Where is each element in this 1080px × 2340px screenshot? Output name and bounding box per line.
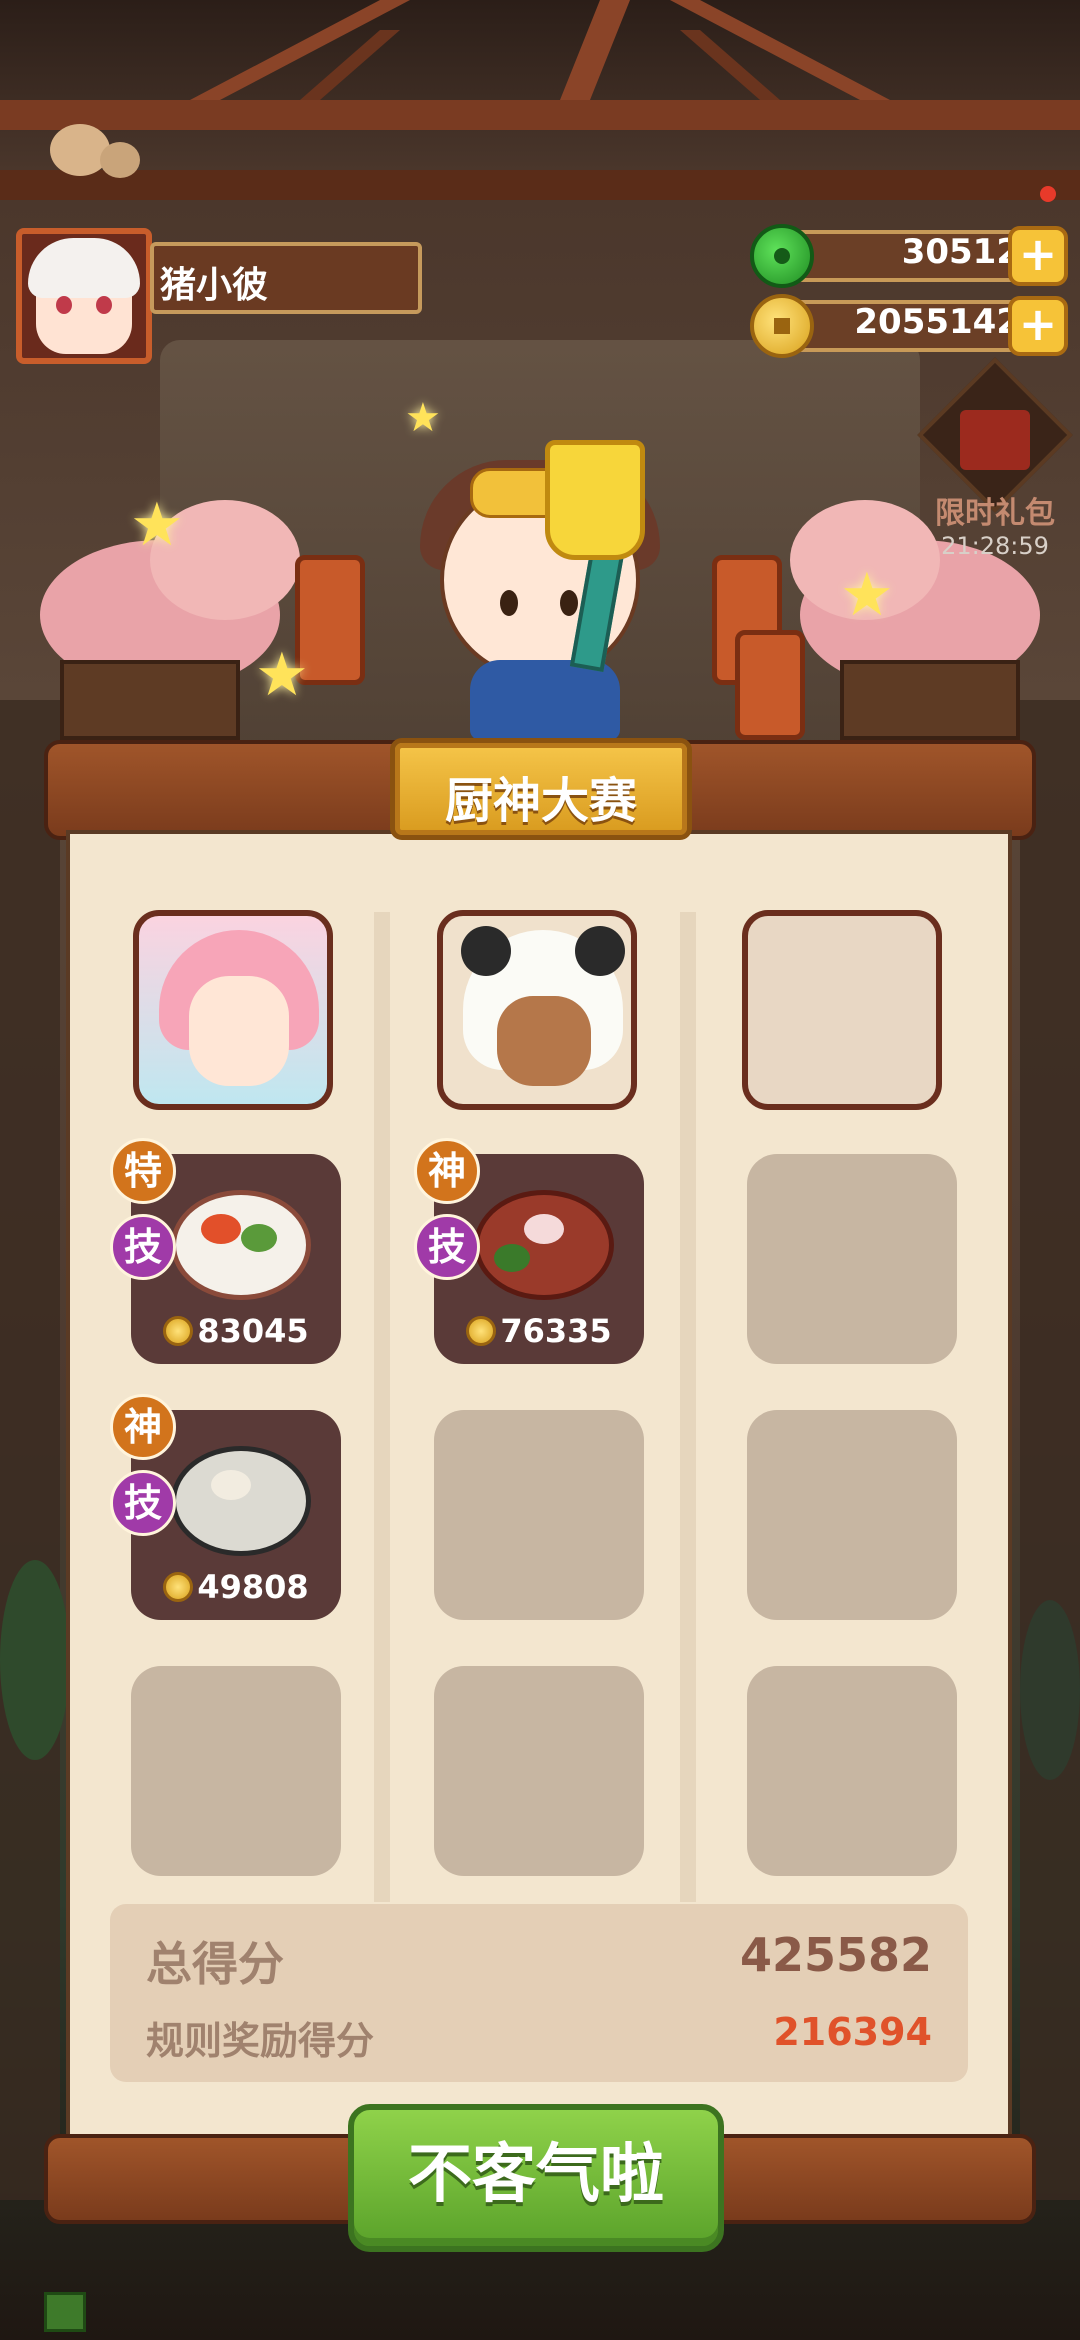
- bonus-score-value: 216394: [773, 2010, 932, 2054]
- badge-god: 神: [414, 1138, 480, 1204]
- dish-price: 83045: [131, 1312, 341, 1350]
- total-score-value: 425582: [739, 1928, 932, 1982]
- dish-plate-icon: [171, 1190, 311, 1300]
- coin-icon: [163, 1572, 194, 1602]
- column-divider: [680, 912, 696, 1902]
- total-score-label: 总得分: [146, 1937, 284, 1991]
- badge-god: 神: [110, 1394, 176, 1460]
- hero-body: [470, 660, 620, 740]
- gold-coin-icon: [750, 294, 814, 358]
- column-divider: [374, 912, 390, 1902]
- dish-food: [494, 1244, 530, 1272]
- gold-value: 2055142: [854, 302, 1020, 342]
- add-gold-button[interactable]: +: [1008, 296, 1068, 356]
- dish-food: [211, 1470, 251, 1500]
- star-icon: ★: [255, 640, 309, 710]
- player-name-plate: 猪小彼: [150, 242, 422, 314]
- avatar-hair: [28, 238, 140, 298]
- dish-plate-icon: [474, 1190, 614, 1300]
- notification-dot: [1040, 186, 1056, 202]
- roof-beams: [0, 0, 1080, 200]
- chef-portrait-1[interactable]: [133, 910, 333, 1110]
- star-icon: ★: [840, 560, 894, 630]
- avatar-eye-right: [96, 296, 112, 314]
- golden-shovel-icon: [545, 440, 645, 560]
- empty-dish-slot[interactable]: [747, 1410, 957, 1620]
- dish-price-value: 76335: [500, 1312, 612, 1350]
- gift-label: 限时礼包: [935, 496, 1055, 531]
- panda-ear: [461, 926, 511, 976]
- panda-ear: [575, 926, 625, 976]
- contest-title: 厨神大赛: [444, 773, 637, 829]
- dish-price-value: 83045: [197, 1312, 309, 1350]
- gift-box-icon: [960, 410, 1030, 470]
- dish-food: [201, 1214, 241, 1244]
- badge-skill: 技: [414, 1214, 480, 1280]
- score-summary: 总得分 425582 规则奖励得分 216394: [110, 1904, 968, 2082]
- gift-timer: 21:28:59: [941, 532, 1049, 560]
- dish-price: 76335: [434, 1312, 644, 1350]
- limited-gift-button[interactable]: 限时礼包 21:28:59: [917, 357, 1073, 570]
- star-icon: ★: [405, 395, 441, 441]
- jade-coin-icon: [750, 224, 814, 288]
- dish-food: [241, 1224, 277, 1252]
- player-name: 猪小彼: [160, 265, 269, 306]
- empty-dish-slot[interactable]: [434, 1666, 644, 1876]
- empty-chef-slot[interactable]: [742, 910, 942, 1110]
- coin-icon: [466, 1316, 497, 1346]
- bonus-score-label: 规则奖励得分: [146, 2019, 375, 2063]
- badge-skill: 技: [110, 1470, 176, 1536]
- jade-value: 30512: [901, 232, 1020, 272]
- star-icon: ★: [130, 490, 184, 560]
- badge-special: 特: [110, 1138, 176, 1204]
- badge-skill: 技: [110, 1214, 176, 1280]
- avatar-eye-left: [56, 296, 72, 314]
- player-avatar[interactable]: [16, 228, 152, 364]
- empty-dish-slot[interactable]: [747, 1154, 957, 1364]
- empty-dish-slot[interactable]: [747, 1666, 957, 1876]
- add-jade-button[interactable]: +: [1008, 226, 1068, 286]
- chef-face: [497, 996, 591, 1086]
- confirm-button[interactable]: 不客气啦: [348, 2104, 724, 2252]
- coin-icon: [163, 1316, 194, 1346]
- contest-title-plate: 厨神大赛: [390, 738, 692, 840]
- dish-price: 49808: [131, 1568, 341, 1606]
- empty-dish-slot[interactable]: [434, 1410, 644, 1620]
- corner-decoration: [44, 2292, 86, 2332]
- chef-portrait-2[interactable]: [437, 910, 637, 1110]
- hero-eye-left: [500, 590, 518, 616]
- dish-price-value: 49808: [197, 1568, 309, 1606]
- empty-dish-slot[interactable]: [131, 1666, 341, 1876]
- jade-currency: 30512 +: [750, 224, 1068, 288]
- dish-food: [524, 1214, 564, 1244]
- chef-face: [189, 976, 289, 1086]
- hero-eye-right: [560, 590, 578, 616]
- gold-currency: 2055142 +: [750, 294, 1068, 358]
- dish-plate-icon: [171, 1446, 311, 1556]
